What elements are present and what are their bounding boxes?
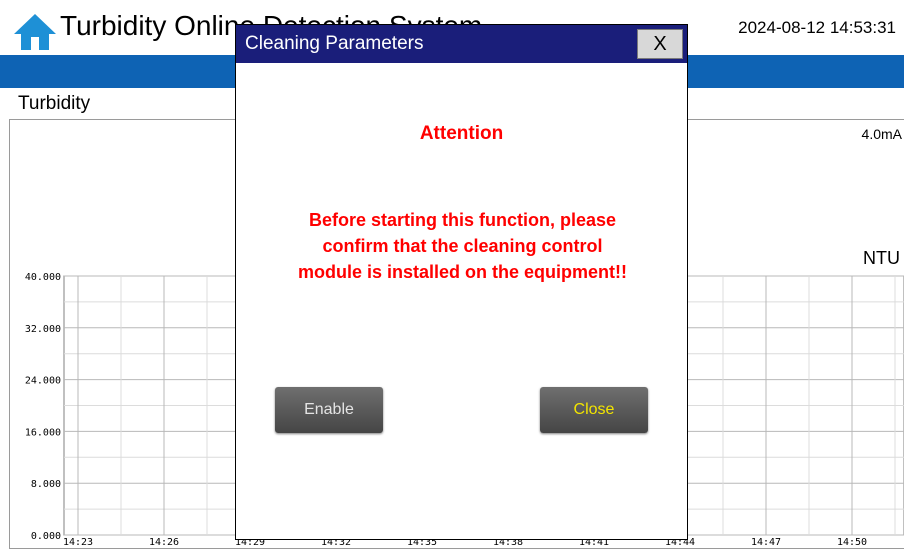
warning-line: Before starting this function, please — [308, 210, 617, 230]
enable-button[interactable]: Enable — [275, 387, 383, 433]
warning-line: module is installed on the equipment!! — [297, 262, 628, 282]
dialog-title: Cleaning Parameters — [245, 33, 424, 54]
warning-line: confirm that the cleaning control — [322, 236, 603, 256]
y-tick-label: 8.000 — [31, 479, 61, 490]
x-tick-label: 14:23 — [63, 537, 93, 548]
y-tick-label: 16.000 — [25, 427, 61, 438]
warning-message: Before starting this function, please co… — [246, 207, 679, 285]
dialog-close-x-button[interactable]: X — [637, 29, 683, 59]
dialog-titlebar: Cleaning Parameters X — [236, 25, 687, 63]
y-tick-label: 0.000 — [31, 531, 61, 542]
y-tick-label: 32.000 — [25, 324, 61, 335]
cleaning-parameters-dialog: Cleaning Parameters X Attention Before s… — [235, 24, 688, 540]
y-tick-label: 40.000 — [25, 272, 61, 283]
y-tick-label: 24.000 — [25, 376, 61, 387]
attention-heading: Attention — [419, 123, 504, 144]
x-tick-label: 14:26 — [149, 537, 179, 548]
close-button[interactable]: Close — [540, 387, 648, 433]
x-tick-label: 14:50 — [837, 537, 867, 548]
x-tick-label: 14:47 — [751, 537, 781, 548]
